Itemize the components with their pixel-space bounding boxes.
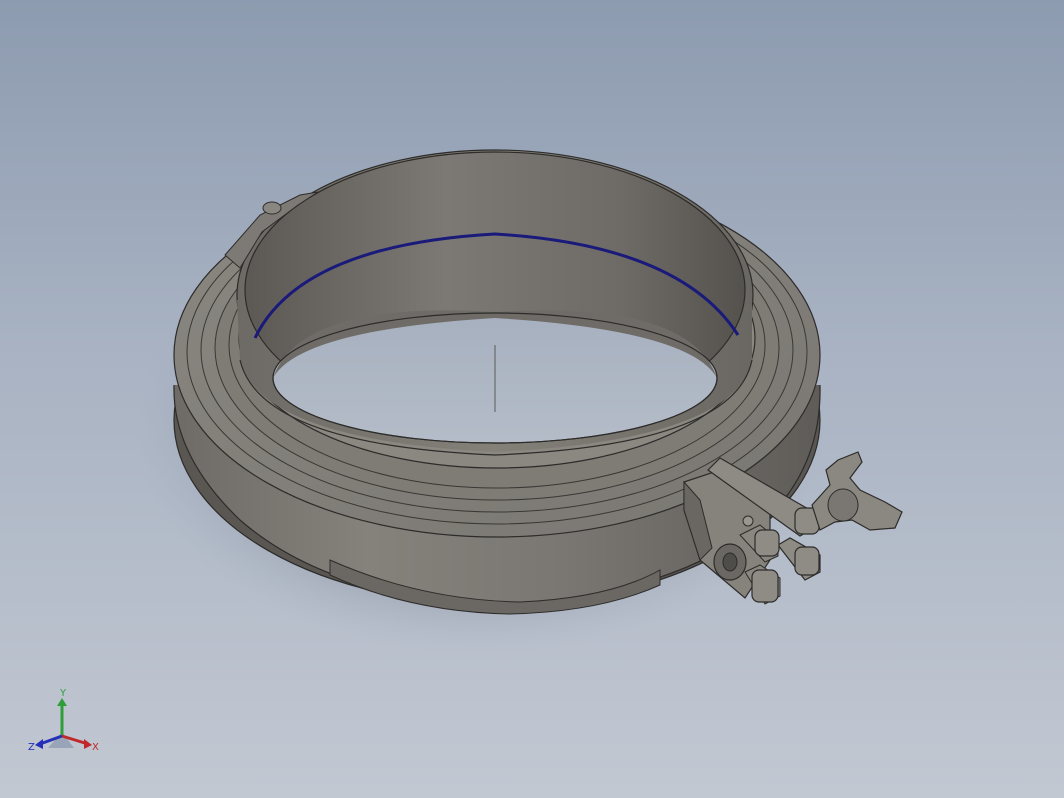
reference-triad: Y X Z (28, 688, 99, 753)
triad-x-arrow (84, 739, 92, 749)
triad-z-arrow (35, 739, 43, 749)
triad-z-label: Z (28, 742, 35, 753)
triad-y-arrow (57, 698, 67, 706)
model-view[interactable] (0, 0, 1064, 798)
triad-y-label: Y (59, 688, 67, 699)
graphics-viewport[interactable]: Y X Z (0, 0, 1064, 798)
ferrule-tube[interactable] (236, 149, 754, 456)
triad-x-label: X (92, 742, 99, 753)
